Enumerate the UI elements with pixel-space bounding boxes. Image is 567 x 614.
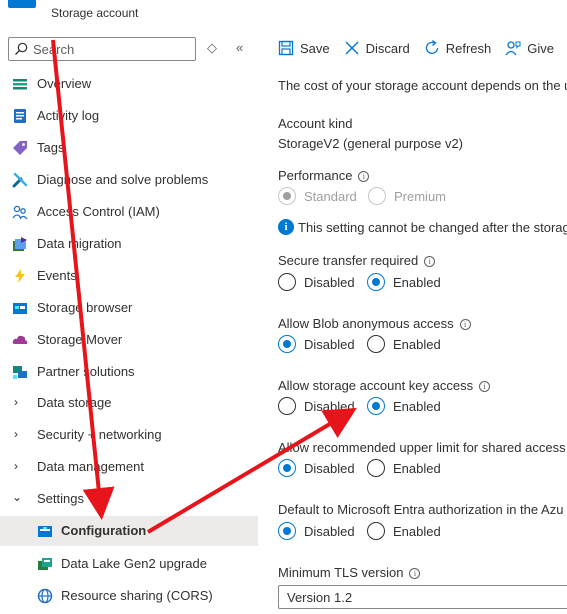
info-filled-icon: i bbox=[278, 219, 294, 235]
storage-account-icon bbox=[8, 0, 36, 8]
nav-data-lake-upgrade[interactable]: Data Lake Gen2 upgrade bbox=[0, 549, 258, 579]
menu-search-box[interactable] bbox=[8, 37, 196, 61]
secure-transfer-label: Secure transfer required i bbox=[278, 253, 436, 268]
nav-tags[interactable]: Tags bbox=[0, 133, 258, 163]
resource-menu: Storage account ◇ « Overview Activity lo… bbox=[0, 0, 258, 614]
cors-globe-icon bbox=[37, 588, 53, 604]
nav-partner-solutions[interactable]: Partner solutions bbox=[0, 357, 258, 387]
tag-icon bbox=[13, 141, 27, 155]
blob-anonymous-access-label: Allow Blob anonymous access i bbox=[278, 316, 471, 331]
entra-radio-group: Disabled Enabled bbox=[278, 522, 567, 542]
nav-diagnose-solve[interactable]: Diagnose and solve problems bbox=[0, 165, 258, 195]
chevron-right-icon: › bbox=[14, 427, 18, 441]
nav-events[interactable]: Events bbox=[0, 261, 258, 291]
key-access-radio-group: Disabled Enabled bbox=[278, 397, 567, 417]
nav-overview[interactable]: Overview bbox=[0, 69, 258, 99]
nav-storage-browser[interactable]: Storage browser bbox=[0, 293, 258, 323]
lightning-icon bbox=[15, 269, 25, 283]
nav-group-data-storage[interactable]: › Data storage bbox=[0, 388, 258, 418]
cost-description: The cost of your storage account depends… bbox=[278, 78, 567, 93]
secure-transfer-enabled-radio[interactable]: Enabled bbox=[367, 273, 441, 291]
key-access-label: Allow storage account key access i bbox=[278, 378, 491, 393]
sas-upper-limit-label: Allow recommended upper limit for shared… bbox=[278, 440, 566, 455]
performance-standard-radio[interactable]: Standard bbox=[278, 187, 357, 205]
configuration-icon bbox=[38, 526, 52, 537]
configuration-pane: The cost of your storage account depends… bbox=[278, 0, 567, 614]
partner-solutions-icon bbox=[13, 366, 27, 379]
performance-premium-radio[interactable]: Premium bbox=[368, 187, 446, 205]
entra-disabled-radio[interactable]: Disabled bbox=[278, 522, 355, 540]
collapse-menu-icon[interactable]: « bbox=[236, 40, 243, 56]
blob-anonymous-disabled-radio[interactable]: Disabled bbox=[278, 335, 355, 353]
menu-search-input[interactable] bbox=[33, 40, 191, 58]
nav-group-security-networking[interactable]: › Security + networking bbox=[0, 420, 258, 450]
chevron-right-icon: › bbox=[14, 395, 18, 409]
expand-collapse-icon[interactable]: ◇ bbox=[207, 40, 217, 56]
people-icon bbox=[12, 205, 28, 220]
info-icon[interactable]: i bbox=[459, 319, 471, 330]
nav-resource-sharing-cors[interactable]: Resource sharing (CORS) bbox=[0, 581, 258, 611]
entra-authorization-label: Default to Microsoft Entra authorization… bbox=[278, 502, 564, 517]
overview-icon bbox=[13, 79, 27, 90]
blob-anonymous-enabled-radio[interactable]: Enabled bbox=[367, 335, 441, 353]
performance-label: Performance i bbox=[278, 168, 370, 183]
cloud-mover-icon bbox=[12, 335, 28, 344]
chevron-down-icon: ⌄ bbox=[12, 490, 23, 504]
nav-configuration[interactable]: Configuration bbox=[0, 516, 258, 546]
sas-limit-disabled-radio[interactable]: Disabled bbox=[278, 459, 355, 477]
account-kind-label: Account kind bbox=[278, 116, 353, 131]
info-icon[interactable]: i bbox=[358, 171, 370, 182]
sas-limit-enabled-radio[interactable]: Enabled bbox=[367, 459, 441, 477]
entra-enabled-radio[interactable]: Enabled bbox=[367, 522, 441, 540]
data-migration-icon bbox=[13, 237, 27, 251]
account-kind-value: StorageV2 (general purpose v2) bbox=[278, 136, 464, 151]
data-lake-icon bbox=[38, 558, 52, 570]
secure-transfer-disabled-radio[interactable]: Disabled bbox=[278, 273, 355, 291]
nav-data-migration[interactable]: Data migration bbox=[0, 229, 258, 259]
nav-activity-log[interactable]: Activity log bbox=[0, 101, 258, 131]
chevron-right-icon: › bbox=[14, 459, 18, 473]
nav-group-settings[interactable]: ⌄ Settings bbox=[0, 484, 258, 514]
info-icon[interactable]: i bbox=[409, 568, 421, 579]
nav-access-control[interactable]: Access Control (IAM) bbox=[0, 197, 258, 227]
wrench-icon bbox=[12, 172, 28, 188]
key-access-enabled-radio[interactable]: Enabled bbox=[367, 397, 441, 415]
info-icon[interactable]: i bbox=[479, 381, 491, 392]
nav-group-data-management[interactable]: › Data management bbox=[0, 452, 258, 482]
immutable-setting-notice: i This setting cannot be changed after t… bbox=[278, 219, 567, 235]
tls-version-dropdown[interactable]: Version 1.2 bbox=[278, 585, 567, 609]
secure-transfer-radio-group: Disabled Enabled bbox=[278, 273, 567, 293]
storage-browser-icon bbox=[13, 303, 27, 314]
resource-type-label: Storage account bbox=[51, 6, 139, 20]
search-icon bbox=[15, 42, 28, 55]
blob-anonymous-radio-group: Disabled Enabled bbox=[278, 335, 567, 355]
key-access-disabled-radio[interactable]: Disabled bbox=[278, 397, 355, 415]
performance-radio-group: Standard Premium bbox=[278, 187, 567, 207]
sas-limit-radio-group: Disabled Enabled bbox=[278, 459, 567, 479]
info-icon[interactable]: i bbox=[424, 256, 436, 267]
nav-storage-mover[interactable]: Storage Mover bbox=[0, 325, 258, 355]
min-tls-label: Minimum TLS version i bbox=[278, 565, 421, 580]
activity-log-icon bbox=[14, 109, 26, 123]
